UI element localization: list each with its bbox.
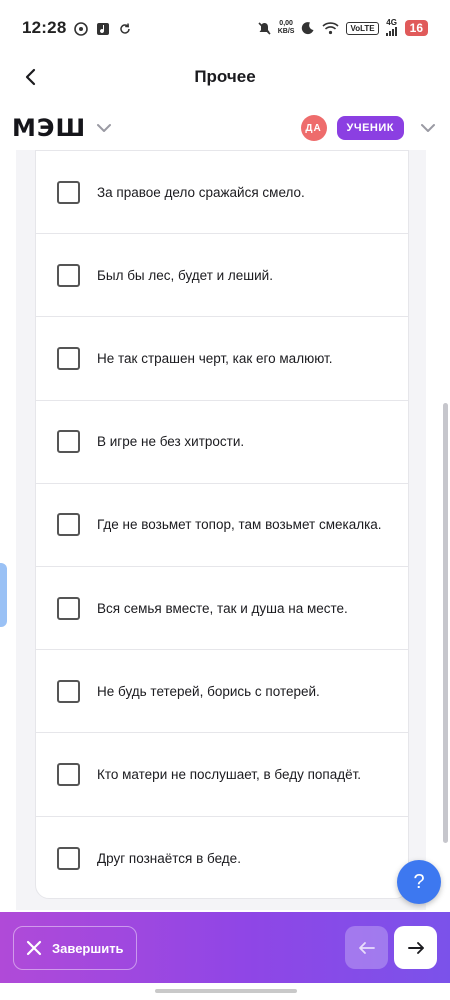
option-label: За правое дело сражайся смело.	[97, 184, 305, 200]
wifi-icon	[322, 21, 340, 35]
option-checkbox[interactable]	[57, 263, 80, 287]
mute-bell-icon	[257, 21, 271, 35]
notification-app-icon	[74, 21, 89, 36]
back-button[interactable]	[16, 62, 46, 92]
finish-button[interactable]: Завершить	[13, 926, 137, 970]
option-checkbox[interactable]	[57, 513, 80, 537]
music-app-icon	[96, 21, 110, 35]
option-label: В игре не без хитрости.	[97, 434, 245, 450]
option-label: Не будь тетерей, борись с потерей.	[97, 683, 320, 699]
previous-button[interactable]	[345, 926, 388, 969]
help-button[interactable]: ?	[397, 860, 441, 904]
option-item[interactable]: Не будь тетерей, борись с потерей.	[36, 650, 408, 734]
option-checkbox[interactable]	[57, 346, 80, 370]
finish-label: Завершить	[52, 940, 124, 956]
option-label: Не так страшен черт, как его малюют.	[97, 350, 333, 366]
option-checkbox[interactable]	[57, 762, 80, 786]
brand-row: МЭШ ДА УЧЕНИК	[0, 108, 450, 148]
option-checkbox[interactable]	[57, 430, 80, 454]
option-label: Где не возьмет топор, там возьмет смекал…	[97, 517, 382, 533]
option-checkbox[interactable]	[57, 596, 80, 620]
arrow-right-icon	[407, 941, 424, 954]
brand-menu-chevron-down-icon[interactable]	[96, 120, 112, 136]
moon-icon	[301, 21, 315, 35]
avatar[interactable]: ДА	[300, 115, 327, 141]
role-badge[interactable]: УЧЕНИК	[336, 116, 404, 140]
scrollbar[interactable]	[443, 403, 448, 843]
battery-level: 16	[404, 20, 428, 36]
brand-logo: МЭШ	[12, 114, 87, 142]
network-type: 4G	[385, 18, 398, 38]
net-speed-unit: KB/S	[277, 28, 295, 35]
option-item[interactable]: Не так страшен черт, как его малюют.	[36, 317, 408, 401]
net-speed: 0,00 KB/S	[278, 20, 295, 36]
option-checkbox[interactable]	[57, 846, 80, 870]
option-item[interactable]: Вся семья вместе, так и душа на месте.	[36, 567, 408, 651]
status-time: 12:28	[22, 18, 67, 37]
volte-badge: VoLTE	[346, 21, 379, 35]
app-header: Прочее	[0, 56, 450, 98]
bottom-action-bar: Завершить	[0, 912, 450, 983]
arrow-left-icon	[358, 941, 375, 954]
option-label: Друг познаётся в беде.	[97, 850, 241, 866]
option-item[interactable]: Был бы лес, будет и леший.	[36, 234, 408, 318]
option-label: Был бы лес, будет и леший.	[97, 267, 273, 283]
option-item[interactable]: Друг познаётся в беде.	[36, 817, 408, 899]
net-speed-value: 0,00	[279, 20, 293, 27]
option-item[interactable]: За правое дело сражайся смело.	[36, 151, 408, 235]
profile-chevron-down-icon[interactable]	[420, 119, 438, 137]
option-checkbox[interactable]	[57, 180, 80, 204]
chevron-left-icon	[25, 68, 36, 86]
side-drawer-handle[interactable]	[0, 563, 7, 627]
close-icon	[26, 940, 42, 956]
option-label: Кто матери не послушает, в беду попадёт.	[97, 766, 362, 782]
help-question-icon: ?	[413, 870, 425, 893]
next-button[interactable]	[394, 926, 437, 969]
option-item[interactable]: Кто матери не послушает, в беду попадёт.	[36, 733, 408, 817]
status-bar: 12:28 0,00 KB/S VoLTE 4G 16	[0, 0, 450, 56]
sync-icon	[118, 21, 132, 35]
page-title: Прочее	[194, 67, 256, 86]
option-item[interactable]: В игре не без хитрости.	[36, 401, 408, 484]
options-card: За правое дело сражайся смело. Был бы ле…	[35, 150, 409, 899]
option-label: Вся семья вместе, так и душа на месте.	[97, 600, 348, 616]
home-indicator[interactable]	[155, 989, 297, 993]
option-checkbox[interactable]	[57, 679, 80, 703]
option-item[interactable]: Где не возьмет топор, там возьмет смекал…	[36, 484, 408, 567]
